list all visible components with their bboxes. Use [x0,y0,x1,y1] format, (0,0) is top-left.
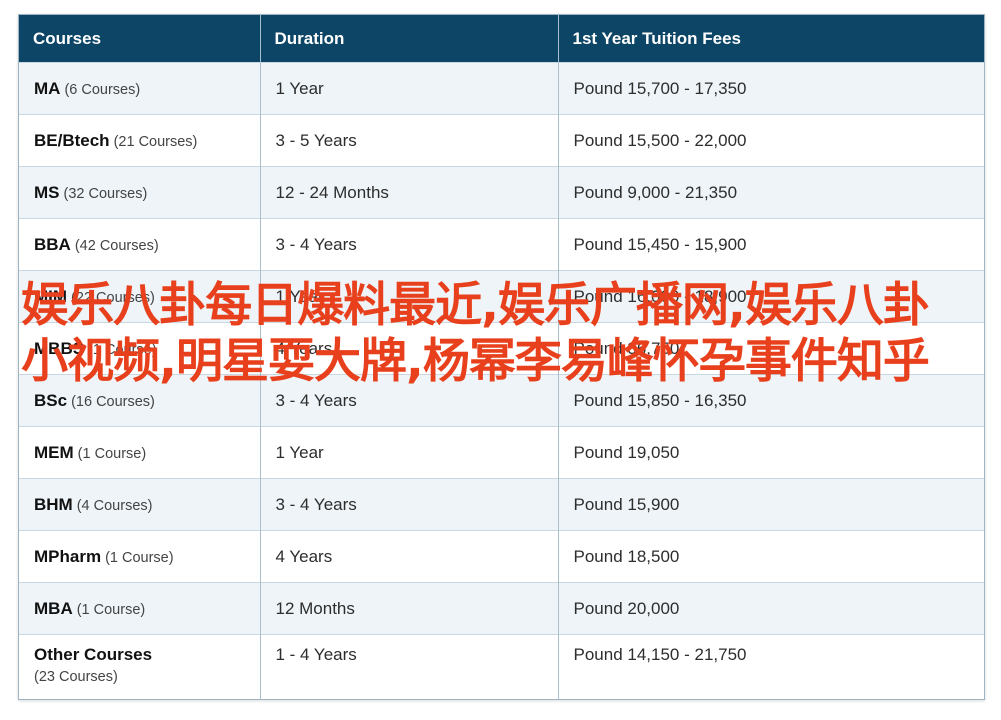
fees-cell: Pound 19,050 [558,426,984,479]
course-cell: MEM (1 Course) [19,426,261,479]
header-courses: Courses [19,15,261,63]
course-cell: MS (32 Courses) [19,166,261,219]
course-count: (4 Courses) [76,497,153,514]
table-row: MEM (1 Course) 1 Year Pound 19,050 [19,426,984,479]
table-row: MPharm (1 Course) 4 Years Pound 18,500 [19,530,984,583]
table-row: MS (32 Courses) 12 - 24 Months Pound 9,000 … [19,166,984,219]
course-count: (16 Courses) [71,393,155,410]
table-header: Courses Duration 1st Year Tuition Fees [19,15,984,63]
course-name: MBA [34,598,73,618]
duration-cell: 4 Years [260,530,559,583]
duration-cell: 12 - 24 Months [260,166,559,219]
header-duration: Duration [260,15,559,63]
table-row: BHM (4 Courses) 3 - 4 Years Pound 15,900 [19,478,984,531]
course-name: MEM [34,442,74,462]
course-cell: MPharm (1 Course) [19,530,261,583]
fees-cell: Pound 15,900 [558,478,984,531]
course-name: BE/Btech [34,130,110,150]
fees-cell: Pound 15,500 - 22,000 [558,114,984,167]
table-row: MBA (1 Course) 12 Months Pound 20,000 [19,582,984,635]
course-count: (6 Courses) [64,81,141,98]
overlay-banner-text: 娱乐八卦每日爆料最近,娱乐广播网,娱乐八卦小视频,明星耍大牌,杨幂李易峰怀孕事件… [21,278,930,389]
duration-cell: 1 - 4 Years [260,634,559,699]
duration-cell: 1 Year [260,62,559,115]
duration-cell: 3 - 4 Years [260,218,559,271]
table-row: MA (6 Courses) 1 Year Pound 15,700 - 17,350 [19,62,984,115]
course-name: BHM [34,494,73,514]
duration-cell: 1 Year [260,426,559,479]
course-count: (21 Courses) [113,133,198,150]
course-name: BSc [34,390,68,410]
table-row: Other Courses (23 Courses) 1 - 4 Years Poun… [19,634,984,699]
course-cell: MA (6 Courses) [19,62,261,115]
course-name: MS [34,182,60,202]
course-name: Other Courses [34,645,153,664]
fees-cell: Pound 9,000 - 21,350 [558,166,984,219]
course-name: BBA [34,234,71,254]
duration-cell: 3 - 4 Years [260,478,559,531]
course-count: (1 Course) [105,549,174,566]
course-count: (32 Courses) [63,185,148,202]
course-cell: BBA (42 Courses) [19,218,261,271]
duration-cell: 3 - 5 Years [260,114,559,167]
fees-cell: Pound 18,500 [558,530,984,583]
course-name: MA [34,78,61,98]
duration-cell: 12 Months [260,582,559,635]
course-cell: Other Courses (23 Courses) [19,634,261,699]
fees-cell: Pound 14,150 - 21,750 [558,634,984,699]
fees-cell: Pound 15,700 - 17,350 [558,62,984,115]
course-count: (1 Course) [77,445,147,462]
course-count: (23 Courses) [34,669,118,685]
fees-cell: Pound 15,450 - 15,900 [558,218,984,271]
course-count: (1 Course) [76,601,146,618]
table-row: BBA (42 Courses) 3 - 4 Years Pound 15,450 -… [19,218,984,271]
course-cell: MBA (1 Course) [19,582,261,635]
table-row: BE/Btech (21 Courses) 3 - 5 Years Pound 15,… [19,114,984,167]
fees-cell: Pound 20,000 [558,582,984,635]
course-cell: BE/Btech (21 Courses) [19,114,261,167]
course-count: (42 Courses) [74,237,159,254]
course-name: MPharm [34,546,102,566]
course-cell: BHM (4 Courses) [19,478,261,531]
header-row: Courses Duration 1st Year Tuition Fees [19,15,984,63]
header-fees: 1st Year Tuition Fees [558,15,984,63]
